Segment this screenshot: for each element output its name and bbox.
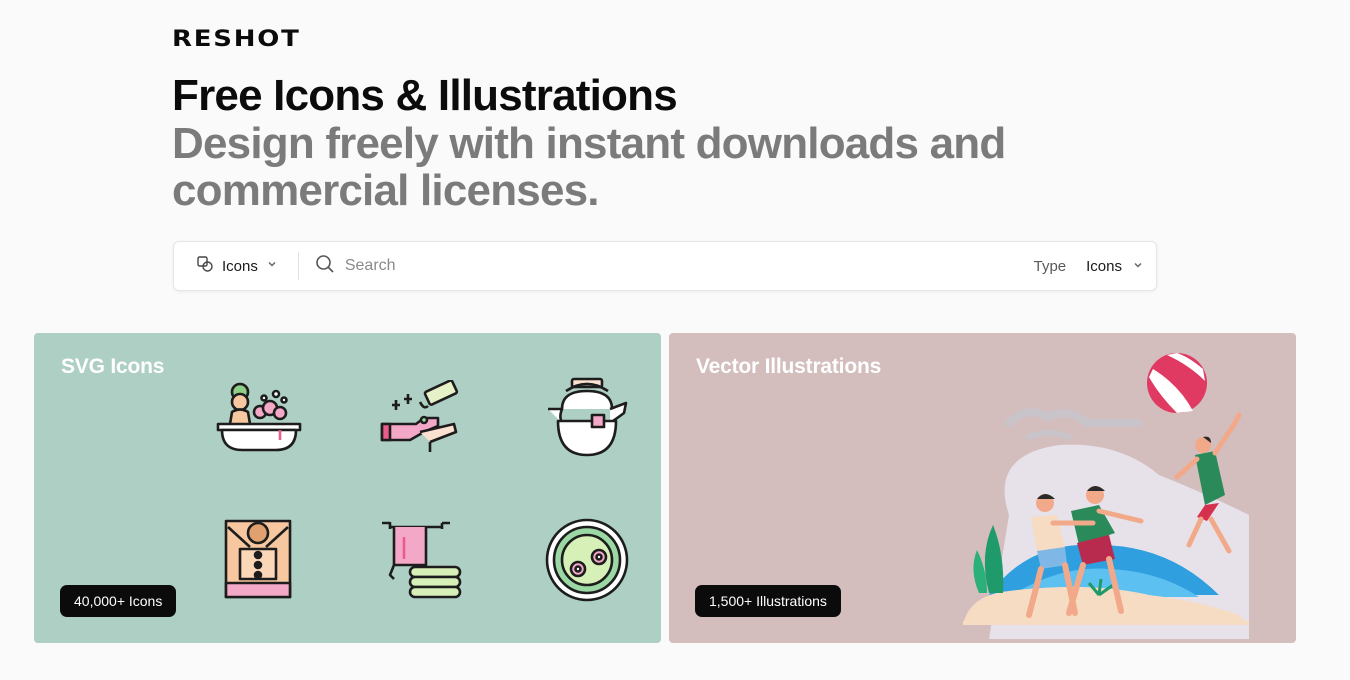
hero-subtitle: Design freely with instant downloads and… [172, 119, 1006, 215]
bath-spa-icon [216, 380, 302, 461]
search-area [299, 242, 1034, 290]
type-filter-dropdown[interactable]: Icons [1086, 258, 1144, 275]
towel-rack-icon [380, 519, 466, 606]
search-bar: Icons Type Icons [173, 241, 1157, 291]
type-filter: Type Icons [1034, 258, 1156, 275]
teapot-icon [544, 375, 630, 466]
hand-washing-icon [380, 379, 466, 461]
asset-type-label: Icons [222, 257, 258, 275]
card-title: SVG Icons [61, 355, 165, 378]
card-title: Vector Illustrations [696, 355, 882, 378]
type-filter-label: Type [1033, 257, 1067, 275]
search-input[interactable] [344, 242, 1034, 290]
chevron-down-icon [1132, 258, 1144, 275]
beach-volleyball-illustration [963, 353, 1249, 639]
type-filter-value: Icons [1086, 257, 1122, 275]
asset-type-dropdown[interactable]: Icons [174, 242, 298, 290]
search-icon [315, 254, 335, 279]
plate-flowers-icon [544, 517, 630, 608]
svg-icons-card[interactable]: SVG Icons 40,000+ Icons [34, 333, 661, 643]
illustrations-count-badge: 1,500+ Illustrations [695, 585, 841, 617]
chevron-down-icon [266, 257, 278, 275]
reshot-logo[interactable]: RESHOT [172, 27, 301, 52]
vector-illustrations-card[interactable]: Vector Illustrations 1,500+ Illustration… [669, 333, 1296, 643]
hero-title: Free Icons & Illustrations [172, 71, 678, 120]
icons-count-badge: 40,000+ Icons [60, 585, 177, 617]
massage-icon [220, 519, 296, 606]
shapes-icon [196, 255, 214, 278]
